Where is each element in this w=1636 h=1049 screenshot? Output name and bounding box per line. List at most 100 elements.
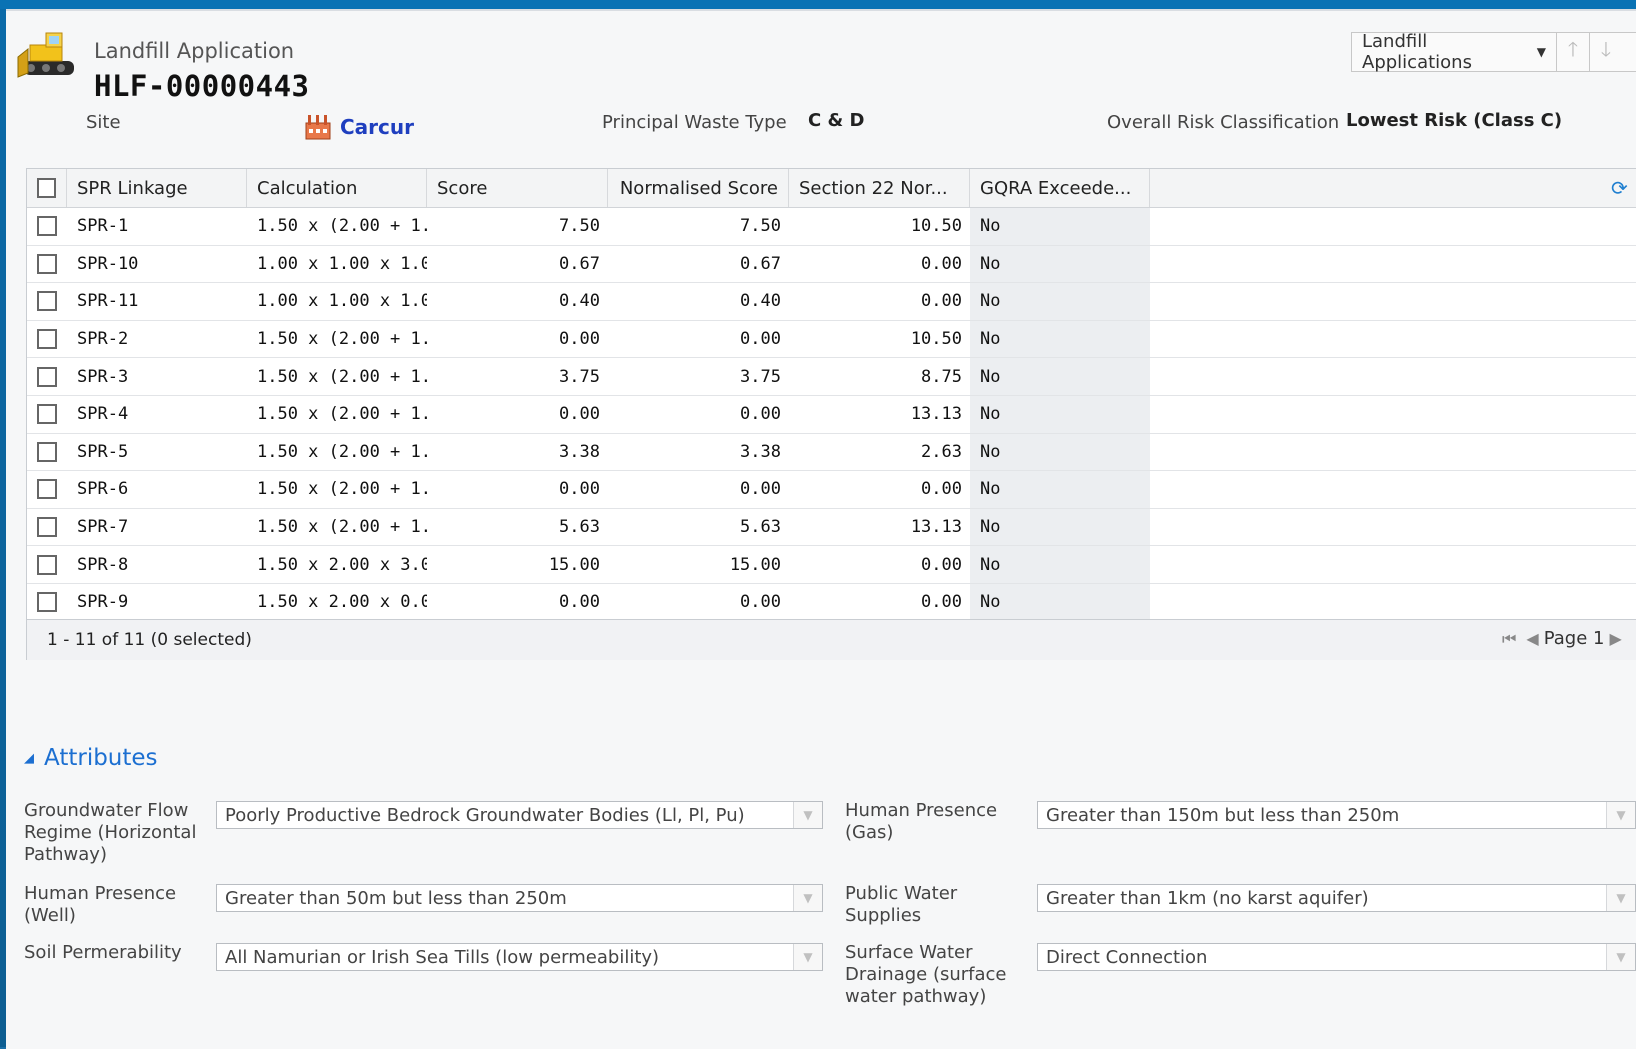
table-row[interactable]: SPR-5 1.50 x (2.00 + 1.... 3.38 3.38 2.63 No [27,433,1636,472]
row-checkbox[interactable] [27,584,67,621]
cell-gqra: No [970,433,1150,471]
cell-gqra: No [970,471,1150,508]
cell-calculation: 1.50 x (2.00 + 1.... [257,366,427,387]
cell-gqra: No [970,395,1150,433]
cell-normalised-score: 0.67 [740,253,781,274]
table-row[interactable]: SPR-8 1.50 x 2.00 x 3.00 15.00 15.00 0.00 No [27,546,1636,584]
row-checkbox[interactable] [27,509,67,546]
cell-gqra: No [970,583,1150,621]
table-row[interactable]: SPR-6 1.50 x (2.00 + 1.... 0.00 0.00 0.00 No [27,471,1636,509]
cell-section22: 10.50 [910,329,962,350]
cell-normalised-score: 0.00 [740,404,781,425]
dropdown-caret-icon: ▼ [793,944,822,970]
cell-calculation: 1.50 x 2.00 x 0.00 [257,592,427,613]
table-row[interactable]: SPR-1 1.50 x (2.00 + 1.... 7.50 7.50 10.50 No [27,208,1636,246]
column-header-score[interactable]: Score [427,169,608,207]
entity-view-select-label: Landfill Applications [1362,31,1472,73]
table-row[interactable]: SPR-2 1.50 x (2.00 + 1.... 0.00 0.00 10.50 No [27,320,1636,359]
cell-calculation: 1.50 x 2.00 x 3.00 [257,554,427,575]
table-row[interactable]: SPR-11 1.00 x 1.00 x 1.00 0.40 0.40 0.00 No [27,283,1636,321]
previous-page-icon[interactable]: ◀ [1526,629,1538,648]
human-presence-gas-label: Human Presence (Gas) [845,800,998,843]
cell-normalised-score: 0.40 [740,291,781,312]
down-arrow-icon[interactable]: 🡓 [1590,33,1622,71]
public-water-supplies-select[interactable]: Greater than 1km (no karst aquifer) ▼ [1037,884,1636,912]
record-navigation: Landfill Applications ▼ 🡑 🡓 [1351,31,1636,73]
table-row[interactable]: SPR-7 1.50 x (2.00 + 1.... 5.63 5.63 13.13 No [27,508,1636,547]
pager: ⏮ ◀ Page 1 ▶ [1497,628,1627,649]
cell-score: 5.63 [559,517,600,538]
human-presence-gas-select[interactable]: Greater than 150m but less than 250m ▼ [1037,801,1636,829]
row-checkbox[interactable] [27,434,67,471]
cell-section22: 0.00 [921,291,962,312]
attributes-title: Attributes [44,745,158,771]
collapse-triangle-icon: ◢ [24,750,34,766]
cell-score: 0.00 [559,329,600,350]
cell-gqra: No [970,283,1150,320]
cell-normalised-score: 7.50 [740,216,781,237]
soil-permeability-select[interactable]: All Namurian or Irish Sea Tills (low per… [216,943,823,971]
table-row[interactable]: SPR-3 1.50 x (2.00 + 1.... 3.75 3.75 8.75 No [27,358,1636,396]
table-row[interactable]: SPR-4 1.50 x (2.00 + 1.... 0.00 0.00 13.13 No [27,395,1636,434]
row-checkbox[interactable] [27,246,67,283]
site-link[interactable]: Carcur [340,115,414,139]
cell-spr-linkage: SPR-7 [77,517,129,538]
cell-calculation: 1.50 x (2.00 + 1.... [257,329,427,350]
table-row[interactable]: SPR-10 1.00 x 1.00 x 1.00 0.67 0.67 0.00 No [27,245,1636,284]
cell-calculation: 1.00 x 1.00 x 1.00 [257,291,427,312]
dropdown-caret-icon: ▼ [793,885,822,911]
top-accent-bar [0,0,1636,9]
column-header-calculation[interactable]: Calculation [247,169,427,207]
public-water-supplies-value: Greater than 1km (no karst aquifer) [1046,887,1369,909]
cell-normalised-score: 0.00 [740,592,781,613]
dropdown-caret-icon: ▼ [1606,802,1635,828]
column-header-gqra[interactable]: GQRA Exceede... [970,169,1150,207]
waste-type-label: Principal Waste Type [602,112,787,133]
cell-normalised-score: 3.75 [740,366,781,387]
dropdown-caret-icon: ▼ [1606,885,1635,911]
factory-icon [305,115,331,140]
human-presence-well-select[interactable]: Greater than 50m but less than 250m ▼ [216,884,823,912]
cell-normalised-score: 15.00 [729,554,781,575]
cell-spr-linkage: SPR-4 [77,404,129,425]
table-row[interactable]: SPR-9 1.50 x 2.00 x 0.00 0.00 0.00 0.00 No [27,583,1636,622]
surface-water-drainage-select[interactable]: Direct Connection ▼ [1037,943,1636,971]
column-header-section22[interactable]: Section 22 Nor... [789,169,970,207]
row-checkbox[interactable] [27,546,67,583]
row-checkbox[interactable] [27,358,67,395]
cell-gqra: No [970,320,1150,358]
cell-section22: 0.00 [921,592,962,613]
row-checkbox[interactable] [27,321,67,358]
grid-rows: SPR-1 1.50 x (2.00 + 1.... 7.50 7.50 10.50 No… [27,208,1636,622]
cell-spr-linkage: SPR-9 [77,592,129,613]
cell-section22: 13.13 [910,517,962,538]
row-checkbox[interactable] [27,471,67,508]
column-header-spr-linkage[interactable]: SPR Linkage [67,169,247,207]
cell-gqra: No [970,245,1150,283]
row-checkbox[interactable] [27,283,67,320]
row-checkbox[interactable] [27,208,67,245]
risk-classification-value: Lowest Risk (Class C) [1346,110,1563,131]
cell-score: 3.75 [559,366,600,387]
column-header-normalised-score[interactable]: Normalised Score [608,169,789,207]
site-lookup[interactable]: Carcur [304,113,414,141]
cell-normalised-score: 0.00 [740,479,781,500]
first-page-icon[interactable]: ⏮ [1502,629,1516,649]
groundwater-flow-select[interactable]: Poorly Productive Bedrock Groundwater Bo… [216,801,823,829]
public-water-supplies-label: Public Water Supplies [845,883,958,926]
cell-spr-linkage: SPR-11 [77,291,139,312]
refresh-icon[interactable]: ⟳ [1611,178,1631,198]
next-page-icon[interactable]: ▶ [1609,629,1621,648]
attributes-section-header[interactable]: ◢ Attributes [24,745,158,771]
entity-view-select[interactable]: Landfill Applications ▼ [1352,31,1557,73]
row-checkbox[interactable] [27,396,67,433]
spr-linkage-grid: SPR Linkage Calculation Score Normalised… [26,168,1636,660]
cell-section22: 2.63 [921,441,962,462]
cell-section22: 0.00 [921,253,962,274]
select-all-checkbox[interactable] [27,169,67,207]
groundwater-flow-value: Poorly Productive Bedrock Groundwater Bo… [225,804,745,826]
cell-gqra: No [970,358,1150,395]
groundwater-flow-label: Groundwater Flow Regime (Horizontal Path… [24,800,197,865]
up-arrow-icon[interactable]: 🡑 [1557,33,1590,71]
cell-spr-linkage: SPR-10 [77,253,139,274]
